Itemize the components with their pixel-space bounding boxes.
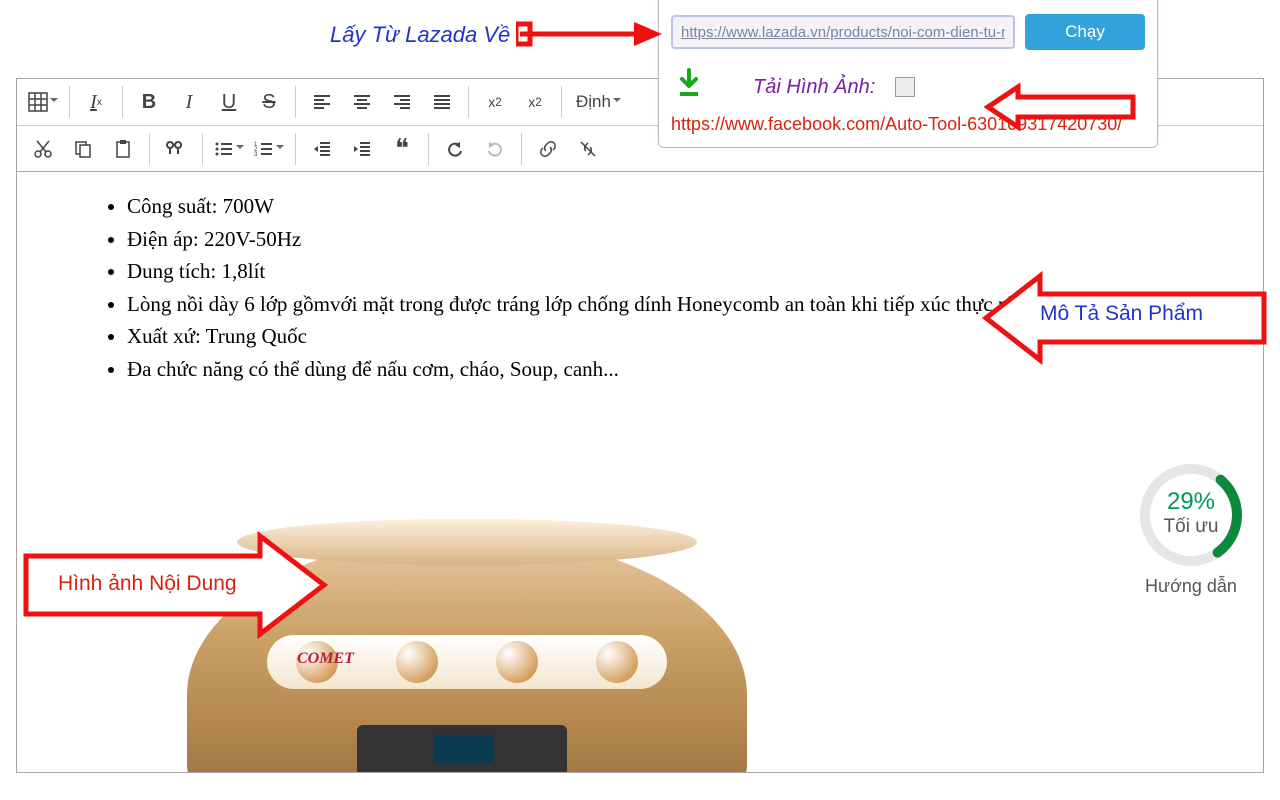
- arrow-to-checkbox-icon: [958, 82, 1138, 132]
- find-button[interactable]: [156, 129, 196, 169]
- outdent-button[interactable]: [302, 129, 342, 169]
- cut-button[interactable]: [23, 129, 63, 169]
- desc-annotation-label: Mô Tả Sản Phẩm: [1040, 302, 1203, 326]
- copy-button[interactable]: [63, 129, 103, 169]
- image-annotation-label: Hình ảnh Nội Dung: [58, 572, 237, 596]
- import-from-lazada-label: Lấy Từ Lazada Về: [330, 22, 510, 48]
- clear-format-button[interactable]: Ix: [76, 82, 116, 122]
- unlink-button[interactable]: [568, 129, 608, 169]
- undo-button[interactable]: [435, 129, 475, 169]
- richtext-editor: Ix B I U S x2 x2 Định: [16, 78, 1264, 773]
- lazada-url-input[interactable]: [671, 15, 1015, 49]
- download-image-label: Tải Hình Ảnh:: [753, 76, 875, 99]
- align-justify-button[interactable]: [422, 82, 462, 122]
- underline-button[interactable]: U: [209, 82, 249, 122]
- editor-content[interactable]: Công suất: 700W Điện áp: 220V-50Hz Dung …: [17, 172, 1263, 772]
- seo-score-widget[interactable]: 29% Tối ưu Hướng dẫn: [1136, 460, 1246, 597]
- arrow-to-url-icon: [516, 14, 666, 54]
- unordered-list-button[interactable]: [209, 129, 249, 169]
- svg-text:3: 3: [254, 152, 258, 158]
- ordered-list-button[interactable]: 123: [249, 129, 289, 169]
- seo-progress-ring-icon: 29% Tối ưu: [1136, 460, 1246, 570]
- paragraph-format-dropdown[interactable]: Định: [568, 82, 629, 122]
- list-item: Điện áp: 220V-50Hz: [127, 223, 1233, 256]
- download-image-checkbox[interactable]: [895, 77, 915, 97]
- link-button[interactable]: [528, 129, 568, 169]
- indent-button[interactable]: [342, 129, 382, 169]
- align-left-button[interactable]: [302, 82, 342, 122]
- strike-button[interactable]: S: [249, 82, 289, 122]
- seo-guide-link[interactable]: Hướng dẫn: [1136, 576, 1246, 597]
- align-center-button[interactable]: [342, 82, 382, 122]
- blockquote-button[interactable]: ❝: [382, 129, 422, 169]
- download-arrow-icon: [677, 68, 701, 106]
- seo-opt-label: Tối ưu: [1136, 516, 1246, 538]
- paste-button[interactable]: [103, 129, 143, 169]
- run-button[interactable]: Chạy: [1025, 14, 1145, 50]
- bold-button[interactable]: B: [129, 82, 169, 122]
- subscript-button[interactable]: x2: [475, 82, 515, 122]
- italic-button[interactable]: I: [169, 82, 209, 122]
- redo-button[interactable]: [475, 129, 515, 169]
- list-item: Công suất: 700W: [127, 190, 1233, 223]
- superscript-button[interactable]: x2: [515, 82, 555, 122]
- table-button[interactable]: [23, 82, 63, 122]
- seo-percent: 29%: [1136, 488, 1246, 516]
- align-right-button[interactable]: [382, 82, 422, 122]
- product-brand: COMET: [297, 650, 354, 668]
